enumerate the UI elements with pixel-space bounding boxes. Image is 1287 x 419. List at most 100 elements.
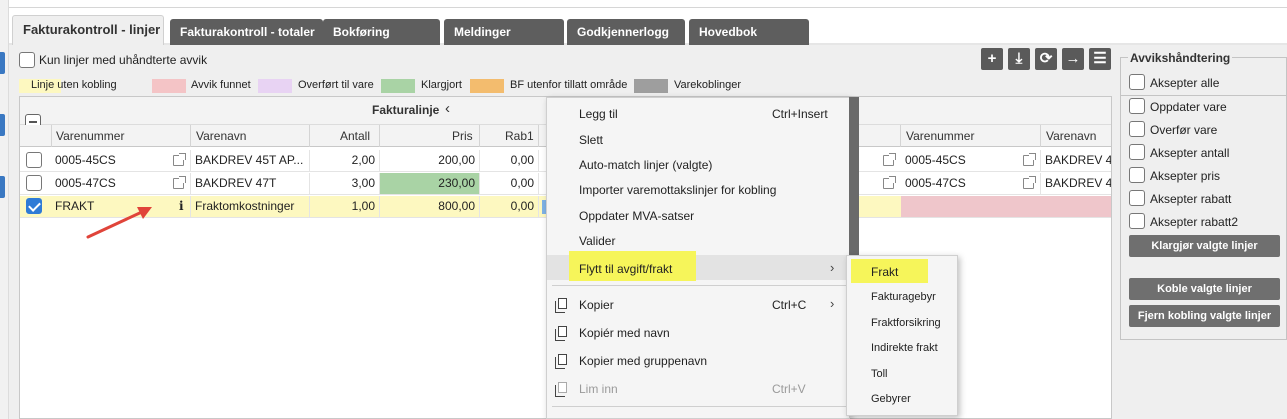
menu-item-legg-til[interactable]: Legg til Ctrl+Insert bbox=[547, 101, 849, 126]
menu-item-label: Importer varemottakslinjer for kobling bbox=[579, 183, 777, 197]
col-header-rab1[interactable]: Rab1 bbox=[505, 129, 534, 143]
col-header-varenummer[interactable]: Varenummer bbox=[56, 129, 124, 143]
column-separator bbox=[1040, 125, 1041, 147]
menu-item-label: Lim inn bbox=[579, 382, 618, 396]
left-nav-marker[interactable] bbox=[0, 52, 5, 74]
cell-right-varenavn: BAKDREV 4 bbox=[1045, 153, 1111, 167]
menu-item-lim-inn[interactable]: Lim inn Ctrl+V bbox=[547, 376, 849, 401]
external-link-icon[interactable] bbox=[1023, 153, 1036, 166]
info-icon[interactable]: i bbox=[179, 199, 184, 213]
option-label: Aksepter rabatt bbox=[1150, 192, 1232, 206]
cell-varenavn: BAKDREV 45T AP... bbox=[191, 150, 310, 171]
cell-right-varenummer: 0005-47CS bbox=[901, 173, 1041, 194]
menu-item-oppdater-mva[interactable]: Oppdater MVA-satser bbox=[547, 203, 849, 228]
tab-meldinger[interactable]: Meldinger bbox=[444, 19, 564, 45]
column-separator bbox=[51, 125, 52, 147]
col-header-right-varenavn[interactable]: Varenavn bbox=[1046, 129, 1096, 143]
option-checkbox-aksepter-antall[interactable] bbox=[1129, 144, 1145, 160]
col-header-varenavn[interactable]: Varenavn bbox=[196, 129, 246, 143]
option-checkbox-oppdater-vare[interactable] bbox=[1129, 98, 1145, 114]
menu-item-label: Slett bbox=[579, 133, 604, 147]
menu-item-kopier-med-gruppenavn[interactable]: Kopier med gruppenavn bbox=[547, 348, 849, 373]
submenu-item-fraktforsikring[interactable]: Fraktforsikring bbox=[871, 317, 941, 329]
tab-hovedbok[interactable]: Hovedbok bbox=[689, 19, 809, 45]
column-separator bbox=[190, 125, 191, 147]
filter-label: Kun linjer med uhåndterte avvik bbox=[39, 53, 208, 67]
option-checkbox-aksepter-rabatt[interactable] bbox=[1129, 190, 1145, 206]
submenu-item-fakturagebyr[interactable]: Fakturagebyr bbox=[871, 291, 936, 303]
column-separator bbox=[479, 125, 480, 147]
left-nav-marker[interactable] bbox=[0, 114, 5, 136]
column-separator bbox=[379, 125, 380, 147]
accept-all-checkbox[interactable] bbox=[1129, 74, 1145, 90]
column-separator bbox=[900, 125, 901, 147]
menu-item-valider[interactable]: Valider bbox=[547, 228, 849, 253]
option-label: Aksepter pris bbox=[1150, 169, 1221, 183]
external-link-icon[interactable] bbox=[173, 176, 186, 189]
chevron-right-icon: › bbox=[830, 296, 835, 311]
menu-item-auto-match[interactable]: Auto-match linjer (valgte) bbox=[547, 152, 849, 177]
cell-varenummer: 0005-47CS bbox=[51, 173, 191, 194]
menu-item-flytt-til-avgift-frakt[interactable]: Flytt til avgift/frakt › bbox=[547, 251, 849, 281]
option-label: Overfør vare bbox=[1150, 123, 1218, 137]
external-link-icon[interactable] bbox=[883, 153, 896, 166]
menu-item-shortcut: Ctrl+V bbox=[772, 382, 806, 396]
external-link-icon[interactable] bbox=[883, 176, 896, 189]
menu-item-label: Legg til bbox=[579, 107, 618, 121]
left-nav-marker[interactable] bbox=[0, 176, 5, 198]
chevron-left-icon[interactable]: ‹ bbox=[445, 100, 450, 117]
option-label: Aksepter rabatt2 bbox=[1150, 215, 1239, 229]
filter-checkbox[interactable] bbox=[19, 52, 35, 68]
cell-rab1: 0,00 bbox=[480, 173, 539, 194]
menu-item-label: Flytt til avgift/frakt bbox=[579, 262, 673, 276]
menu-item-label: Kopiér med navn bbox=[579, 326, 670, 340]
plus-icon[interactable]: + bbox=[981, 48, 1003, 70]
cell-right-varenummer: 0005-45CS bbox=[901, 150, 1041, 171]
top-bar bbox=[9, 0, 1287, 8]
col-header-antall[interactable]: Antall bbox=[340, 129, 370, 143]
col-header-pris[interactable]: Pris bbox=[452, 129, 473, 143]
option-checkbox-aksepter-rabatt2[interactable] bbox=[1129, 213, 1145, 229]
tab-bokforing[interactable]: Bokføring bbox=[323, 19, 440, 45]
option-checkbox-overfor-vare[interactable] bbox=[1129, 121, 1145, 137]
menu-item-slett[interactable]: Slett bbox=[547, 127, 849, 152]
chevron-right-icon: › bbox=[830, 260, 835, 275]
row-checkbox[interactable] bbox=[26, 175, 42, 191]
cell-varenummer: 0005-45CS bbox=[51, 150, 191, 171]
tab-fakturakontroll-linjer[interactable]: Fakturakontroll - linjer bbox=[12, 15, 164, 45]
tab-fakturakontroll-totaler[interactable]: Fakturakontroll - totaler bbox=[170, 19, 323, 45]
download-icon[interactable]: ⤓ bbox=[1008, 48, 1030, 70]
external-link-icon[interactable] bbox=[1023, 176, 1036, 189]
cell-varenavn: Fraktomkostninger bbox=[191, 196, 310, 217]
row-checkbox[interactable] bbox=[26, 198, 42, 214]
submenu-item-toll[interactable]: Toll bbox=[871, 368, 888, 380]
external-link-icon[interactable] bbox=[173, 153, 186, 166]
submenu-item-indirekte-frakt[interactable]: Indirekte frakt bbox=[871, 342, 938, 354]
submenu-item-frakt[interactable]: Frakt bbox=[871, 265, 898, 279]
unlink-selected-button[interactable]: Fjern kobling valgte linjer bbox=[1129, 305, 1280, 327]
legend-swatch-klargjort bbox=[381, 79, 415, 93]
cell-pris: 200,00 bbox=[380, 150, 480, 171]
prepare-selected-button[interactable]: Klargjør valgte linjer bbox=[1129, 235, 1280, 257]
menu-icon[interactable]: ☰ bbox=[1089, 48, 1111, 70]
menu-item-label: Valider bbox=[579, 234, 616, 248]
copy-icon bbox=[555, 298, 567, 313]
link-selected-button[interactable]: Koble valgte linjer bbox=[1129, 278, 1280, 300]
menu-item-kopier-med-navn[interactable]: Kopiér med navn bbox=[547, 320, 849, 345]
context-menu-scrollbar[interactable] bbox=[849, 97, 859, 255]
menu-item-importer[interactable]: Importer varemottakslinjer for kobling bbox=[547, 177, 849, 202]
row-checkbox[interactable] bbox=[26, 152, 42, 168]
option-checkbox-aksepter-pris[interactable] bbox=[1129, 167, 1145, 183]
legend-swatch-bf-utenfor bbox=[470, 79, 504, 93]
tab-godkjennerlogg[interactable]: Godkjennerlogg bbox=[567, 19, 685, 45]
menu-item-kopier[interactable]: Kopier Ctrl+C › bbox=[547, 292, 849, 317]
cell-rab1: 0,00 bbox=[480, 196, 539, 217]
col-header-right-varenummer[interactable]: Varenummer bbox=[906, 129, 974, 143]
arrow-right-icon[interactable]: → bbox=[1062, 48, 1084, 70]
cell-right-varenavn: BAKDREV 4 bbox=[1045, 176, 1111, 190]
cell-pris: 230,00 bbox=[380, 173, 480, 194]
refresh-icon[interactable]: ⟳ bbox=[1035, 48, 1057, 70]
menu-item-label: Kopier med gruppenavn bbox=[579, 354, 708, 368]
legend-swatch-avvik-funnet bbox=[152, 79, 186, 93]
submenu-item-gebyrer[interactable]: Gebyrer bbox=[871, 393, 911, 405]
